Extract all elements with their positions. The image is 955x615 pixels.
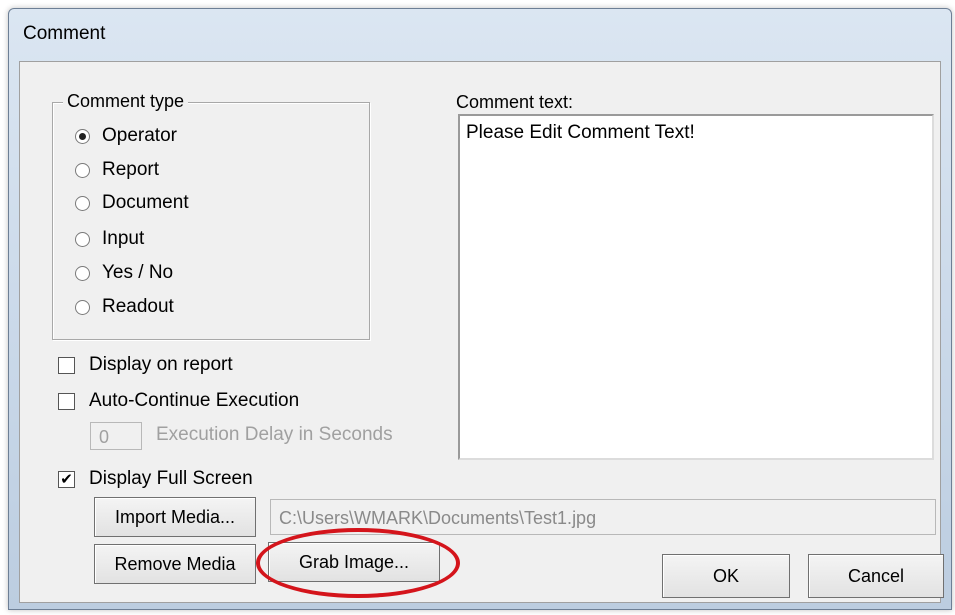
comment-type-legend: Comment type xyxy=(63,91,189,112)
remove-media-button[interactable]: Remove Media xyxy=(94,544,256,584)
checkbox-icon[interactable] xyxy=(58,392,75,410)
radio-button-icon[interactable] xyxy=(75,195,90,211)
display-on-report-checkbox[interactable]: Display on report xyxy=(58,354,233,376)
radio-readout[interactable]: Readout xyxy=(75,294,174,320)
import-media-button[interactable]: Import Media... xyxy=(94,497,256,537)
radio-operator[interactable]: Operator xyxy=(75,123,177,149)
dialog-client-area: Comment type Operator Report Document In… xyxy=(19,61,944,603)
radio-label: Readout xyxy=(102,296,174,317)
comment-text-label: Comment text: xyxy=(456,92,574,112)
radio-label: Yes / No xyxy=(102,262,174,283)
comment-text-area[interactable]: Please Edit Comment Text! xyxy=(458,114,934,460)
radio-button-icon[interactable] xyxy=(75,231,90,247)
radio-yes-no[interactable]: Yes / No xyxy=(75,260,173,286)
comment-dialog: Comment Comment type Operator Report Doc… xyxy=(8,8,952,610)
execution-delay-input[interactable]: 0 xyxy=(90,422,142,450)
radio-label: Document xyxy=(102,192,189,213)
radio-document[interactable]: Document xyxy=(75,190,189,216)
radio-button-icon[interactable] xyxy=(75,162,90,178)
cancel-button[interactable]: Cancel xyxy=(808,554,944,598)
radio-label: Report xyxy=(102,159,160,180)
radio-label: Input xyxy=(102,228,145,249)
radio-button-icon[interactable] xyxy=(75,265,90,281)
auto-continue-checkbox[interactable]: Auto-Continue Execution xyxy=(58,390,299,412)
checkbox-icon[interactable] xyxy=(58,356,75,374)
checkmark-icon[interactable]: ✔ xyxy=(58,470,75,488)
checkbox-label: Display Full Screen xyxy=(89,468,253,489)
comment-type-group: Comment type Operator Report Document In… xyxy=(52,91,370,340)
radio-label: Operator xyxy=(102,125,177,146)
grab-image-button[interactable]: Grab Image... xyxy=(268,542,440,582)
media-path-field[interactable]: C:\Users\WMARK\Documents\Test1.jpg xyxy=(270,499,936,535)
radio-report[interactable]: Report xyxy=(75,157,159,183)
radio-button-icon[interactable] xyxy=(75,299,90,315)
checkbox-label: Auto-Continue Execution xyxy=(89,390,300,411)
execution-delay-label: Execution Delay in Seconds xyxy=(156,424,393,445)
checkbox-label: Display on report xyxy=(89,354,233,375)
ok-button[interactable]: OK xyxy=(662,554,790,598)
radio-button-icon[interactable] xyxy=(75,128,90,144)
radio-input[interactable]: Input xyxy=(75,226,144,252)
display-full-screen-checkbox[interactable]: ✔ Display Full Screen xyxy=(58,468,253,490)
window-title: Comment xyxy=(23,23,106,44)
